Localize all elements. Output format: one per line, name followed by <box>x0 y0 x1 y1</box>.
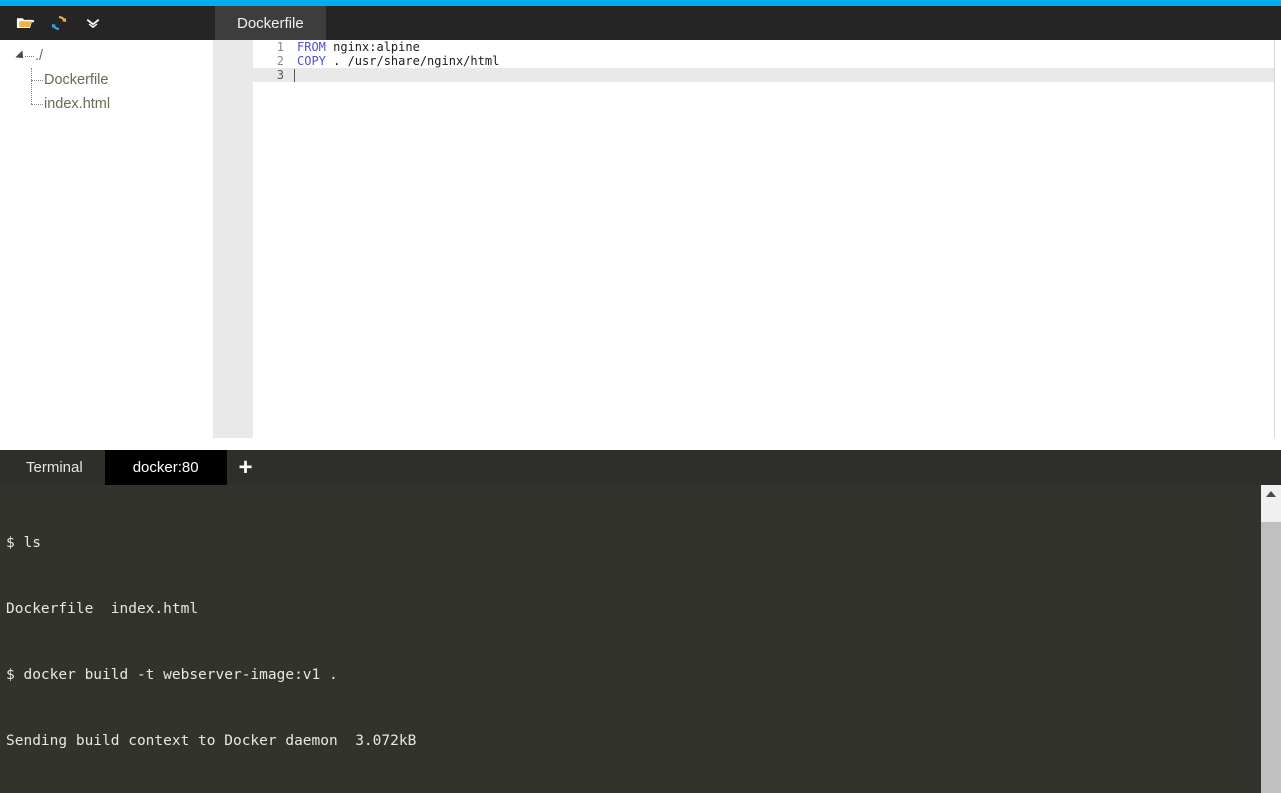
code-line-active: 3 <box>253 68 1281 82</box>
open-folder-icon[interactable] <box>8 6 42 40</box>
code-line: 2 COPY . /usr/share/nginx/html <box>253 54 1281 68</box>
terminal-tab-docker-80[interactable]: docker:80 <box>104 450 227 485</box>
terminal-line: $ docker build -t webserver-image:v1 . <box>6 667 338 683</box>
scroll-up-arrow-icon[interactable] <box>1261 485 1281 502</box>
terminal-tabstrip: Terminal docker:80 + <box>0 450 1281 485</box>
code-text: FROM nginx:alpine <box>297 40 420 54</box>
tree-connector <box>25 55 34 57</box>
tree-root-label: ./ <box>35 48 44 64</box>
refresh-icon[interactable] <box>42 6 76 40</box>
text-caret <box>294 69 295 82</box>
terminal-output[interactable]: $ ls Dockerfile index.html $ docker buil… <box>0 485 1261 793</box>
add-terminal-tab-button[interactable]: + <box>227 450 265 485</box>
code-editor[interactable]: 1 FROM nginx:alpine 2 COPY . /usr/share/… <box>213 40 1281 438</box>
tree-root-item[interactable]: ./ <box>0 44 213 68</box>
tree-item-label: index.html <box>44 96 111 112</box>
line-number: 2 <box>276 54 284 68</box>
terminal-line: Dockerfile index.html <box>6 601 199 617</box>
tab-dockerfile[interactable]: Dockerfile <box>215 6 326 40</box>
line-number: 3 <box>276 68 284 82</box>
expand-triangle-icon[interactable] <box>15 50 27 62</box>
code-keyword: FROM <box>297 40 326 54</box>
tree-children: Dockerfile index.html <box>0 68 213 116</box>
chevron-double-down-icon[interactable] <box>76 6 110 40</box>
scrollbar-thumb[interactable] <box>1261 522 1281 793</box>
editor-right-divider <box>1274 40 1281 438</box>
line-number: 1 <box>276 40 284 54</box>
toolbar-left-group <box>0 6 110 40</box>
code-text: COPY . /usr/share/nginx/html <box>297 54 499 68</box>
terminal-tab-label: docker:80 <box>132 459 199 476</box>
file-tree: ./ Dockerfile index.html <box>0 40 213 438</box>
terminal-scrollbar[interactable] <box>1261 485 1281 793</box>
code-rest: . /usr/share/nginx/html <box>325 54 500 68</box>
terminal-line: Sending build context to Docker daemon 3… <box>6 733 417 749</box>
code-keyword: COPY <box>297 54 326 68</box>
tree-connector <box>31 79 43 81</box>
editor-tabstrip: Dockerfile <box>214 6 1281 40</box>
terminal-panel: Terminal docker:80 + $ ls Dockerfile ind… <box>0 450 1281 793</box>
editor-gutter <box>213 40 253 438</box>
ide-window: Dockerfile ./ Dockerfile index.html 1 FR… <box>0 0 1281 793</box>
terminal-line: $ ls <box>6 535 41 551</box>
terminal-panel-label: Terminal <box>26 459 83 476</box>
tree-item-dockerfile[interactable]: Dockerfile <box>0 68 213 92</box>
tree-item-index-html[interactable]: index.html <box>0 92 213 116</box>
code-rest: nginx:alpine <box>325 40 420 54</box>
code-line: 1 FROM nginx:alpine <box>253 40 1281 54</box>
tree-connector <box>31 103 43 105</box>
tree-item-label: Dockerfile <box>44 72 109 88</box>
tab-label: Dockerfile <box>237 14 304 32</box>
editor-code-area[interactable]: 1 FROM nginx:alpine 2 COPY . /usr/share/… <box>253 40 1281 438</box>
